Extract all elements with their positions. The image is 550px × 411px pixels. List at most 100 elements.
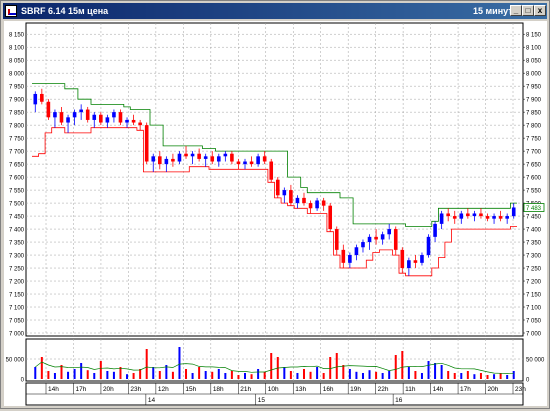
price-tick-label: 7 600 [526,176,542,182]
price-tick-label: 7 650 [526,163,542,169]
price-tick-label: 7 300 [526,254,542,260]
time-tick-label: 10h [268,386,279,393]
candle-body [99,114,103,123]
time-tick-label: 23h [130,386,141,393]
price-tick-label: 7 900 [526,98,542,104]
candle-body [472,213,477,217]
volume-bar [217,369,220,379]
candle-body [295,197,300,204]
candle-body [413,260,418,263]
volume-bar [40,357,43,379]
volume-bar [67,371,70,379]
price-tick-label: 7 900 [9,98,25,104]
volume-bar [407,367,410,379]
volume-bar [427,361,430,379]
candle-body [66,117,70,123]
close-button[interactable]: x [534,5,546,16]
candle-body [420,255,424,263]
time-tick-label: 17h [460,386,471,393]
volume-bar [453,373,456,379]
candle-body [433,223,437,237]
volume-bar [335,353,338,379]
volume-bar [237,375,240,379]
candle-body [348,255,352,263]
time-tick-label: 22h [378,386,389,393]
candle-body [158,156,162,165]
candle-body [243,161,247,165]
price-chart[interactable]: 8 150 8 100 8 050 8 000 7 950 7 900 7 850 7 800… [4,21,547,406]
volume-bar [73,369,76,379]
volume-bar [86,370,89,379]
candle-body [131,119,136,123]
volume-bar [47,371,50,379]
price-tick-label: 8 100 [9,46,25,52]
volume-bar [152,367,155,379]
candle-body [282,190,287,196]
candle-body [367,236,372,243]
price-tick-label: 7 000 [9,332,25,338]
candle-body [138,122,142,126]
title-bar[interactable]: SBRF 6.14 15м цена 15 минут _ □ x [3,3,547,19]
volume-bar [322,373,325,379]
price-axis-right: 8 150 8 100 8 050 8 000 7 950 7 900 7 850 7 800… [523,33,542,338]
volume-bar [499,373,502,379]
time-tick-label: 17h [75,386,86,393]
volume-bar [60,365,63,379]
chart-area[interactable]: 8 150 8 100 8 050 8 000 7 950 7 900 7 850 7 800… [4,21,547,406]
price-tick-label: 7 850 [9,111,25,117]
time-tick-label: 13h [295,386,306,393]
price-tick-label: 7 550 [9,189,25,195]
volume-bar [440,365,443,379]
price-tick-label: 7 350 [9,241,25,247]
candle-body [85,109,90,120]
volume-bar [230,371,233,379]
candle-body [144,125,149,162]
minimize-button[interactable]: _ [510,5,522,16]
candle-body [446,213,450,217]
volume-bar [289,371,292,379]
candle-body [334,229,339,250]
volume-bar [473,374,476,379]
candle-body [400,249,405,269]
candle-body [387,229,391,235]
candle-body [79,109,83,113]
price-tick-label: 8 150 [526,33,542,39]
price-tick-label: 8 100 [526,46,542,52]
price-tick-label: 7 050 [526,319,542,325]
candle-body [452,216,457,219]
price-tick-label: 7 450 [9,215,25,221]
price-tick-label: 7 400 [9,228,25,234]
maximize-button[interactable]: □ [522,5,534,16]
candle-body [105,117,110,123]
volume-bar [316,367,319,379]
volume-bar [342,365,345,379]
volume-tick-label: 50 000 [526,358,545,364]
volume-bar [506,375,509,379]
volume-bar [198,367,201,379]
volume-bar [460,373,463,379]
volume-bar [381,373,384,379]
candle-body [72,112,77,118]
volume-bar [53,373,56,379]
candle-body [171,158,175,162]
candle-body [275,179,280,196]
volume-bar [486,375,489,379]
candle-body [361,242,365,248]
candle-body [249,161,254,165]
candle-body [236,161,241,165]
price-tick-label: 7 750 [9,137,25,143]
candle-body [315,200,319,209]
candle-body [46,101,51,118]
volume-bar [447,371,450,379]
time-tick-label: 23h [515,386,526,393]
volume-tick-label: 50 000 [6,358,25,364]
day-tick-label: 16 [395,397,403,404]
volume-bar [414,371,417,379]
time-tick-label: 12h [158,386,169,393]
time-tick-label: 20h [103,386,114,393]
candle-body [485,216,490,219]
price-tick-label: 7 150 [9,293,25,299]
volume-bar [158,371,161,379]
volume-bar [99,361,102,379]
volume-bar [250,374,253,379]
